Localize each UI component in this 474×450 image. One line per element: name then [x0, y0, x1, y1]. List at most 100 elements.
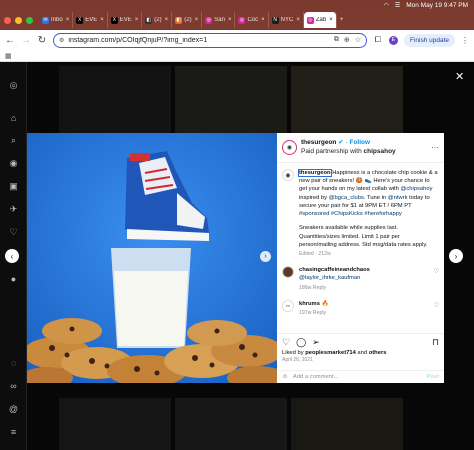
home-icon[interactable]: ⌂	[8, 112, 19, 123]
paid-partnership-line: Paid partnership with chipsahoy	[301, 147, 396, 155]
browser-tab[interactable]: ◎ Zab ×	[303, 12, 337, 28]
caption-avatar[interactable]: ◉	[282, 169, 294, 181]
commenter-username[interactable]: chasingcaffeineandchaos	[299, 267, 370, 273]
back-icon[interactable]: ←	[5, 35, 15, 46]
minimize-window-button[interactable]	[15, 16, 22, 24]
wifi-icon[interactable]: ◠	[384, 2, 389, 9]
close-modal-icon[interactable]: ✕	[455, 70, 464, 83]
caption-hashtags[interactable]: #sponsored #ChipsKicks #hereforhappy	[299, 211, 402, 217]
messages-icon[interactable]: ✈	[8, 204, 19, 215]
browser-tab[interactable]: ✉ Inbo ×	[39, 12, 74, 28]
post-comment-button[interactable]: Post	[426, 374, 439, 380]
comment-bubble-icon[interactable]: ◯	[296, 337, 306, 348]
tab-title: EVE	[119, 17, 132, 23]
author-avatar[interactable]: ◉	[282, 140, 297, 155]
close-window-button[interactable]	[4, 16, 11, 24]
site-info-icon[interactable]: ⚙	[59, 37, 64, 44]
browser-tab[interactable]: X EVE ×	[108, 12, 143, 28]
zoom-window-button[interactable]	[26, 16, 33, 24]
like-heart-icon[interactable]: ♡	[282, 337, 290, 348]
url-text[interactable]: instagram.com/p/COIqjfQnjuP/?img_index=1	[68, 37, 329, 44]
zoom-icon[interactable]: ⊕	[344, 36, 350, 44]
close-tab-icon[interactable]: ×	[228, 17, 232, 23]
menu-kebab-icon[interactable]: ⋮	[461, 36, 469, 45]
control-center-icon[interactable]: ☰	[395, 2, 400, 9]
close-tab-icon[interactable]: ×	[135, 17, 139, 23]
sneaker-cookie-photo	[27, 133, 277, 383]
tab-title: San	[214, 17, 225, 23]
notifications-heart-icon[interactable]: ♡	[8, 227, 19, 238]
close-tab-icon[interactable]: ×	[100, 17, 104, 23]
like-comment-heart-icon[interactable]: ♡	[434, 302, 439, 317]
browser-tab[interactable]: ◎ San ×	[202, 12, 236, 28]
profile-avatar[interactable]: E	[388, 35, 398, 45]
save-bookmark-icon[interactable]: ⊓	[432, 337, 439, 348]
more-options-icon[interactable]: ···	[431, 143, 439, 152]
comment-item: m khrums 🔥 197w Reply ♡	[282, 299, 439, 317]
next-image-arrow-icon[interactable]: ›	[260, 251, 271, 262]
bookmark-star-icon[interactable]: ☆	[355, 36, 361, 44]
browser-tab[interactable]: N NYC ×	[269, 12, 304, 28]
explore-icon[interactable]: ◉	[8, 158, 19, 169]
partner-link[interactable]: chipsahoy	[364, 148, 396, 155]
address-bar[interactable]: ⚙ instagram.com/p/COIqjfQnjuP/?img_index…	[53, 32, 367, 48]
close-tab-icon[interactable]: ×	[195, 17, 199, 23]
extensions-icon[interactable]: ⧠	[373, 35, 383, 45]
caption-disclaimer: Sneakers available while supplies last. …	[299, 225, 428, 248]
caption-username[interactable]: thesurgeon	[298, 169, 332, 177]
comment-meta[interactable]: 197w Reply	[299, 310, 429, 317]
tab-title: Coc	[247, 17, 259, 23]
search-icon[interactable]: ⌕	[8, 135, 19, 146]
window-controls	[4, 16, 33, 24]
comment-item: chasingcaffeineandchaos @taylor_ihrke_ka…	[282, 266, 439, 292]
tab-favicon-icon: ◎	[306, 16, 314, 24]
meta-icon[interactable]: ∞	[8, 380, 19, 391]
share-send-icon[interactable]: ➢	[312, 337, 320, 348]
instagram-logo-icon[interactable]: ◎	[8, 80, 19, 91]
follow-button[interactable]: Follow	[349, 139, 370, 146]
mention-ntwrk[interactable]: @ntwrk	[388, 195, 408, 201]
reels-icon[interactable]: ▣	[8, 181, 19, 192]
browser-tab[interactable]: ◧ (2) ×	[172, 12, 203, 28]
emoji-icon[interactable]: ☺	[282, 374, 288, 380]
prev-post-arrow-icon[interactable]: ‹	[5, 249, 19, 263]
reload-icon[interactable]: ↻	[37, 35, 47, 46]
browser-tab[interactable]: ◧ (2) ×	[142, 12, 173, 28]
new-tab-button[interactable]: +	[337, 12, 349, 28]
threads-icon[interactable]: ◌	[8, 357, 19, 368]
add-comment-input[interactable]: Add a comment...	[293, 374, 338, 380]
post-details-panel: ◉ thesurgeon ✔ · Follow Paid partnership…	[277, 133, 444, 383]
likes-others-link[interactable]: others	[369, 350, 387, 356]
comments-scroll-area[interactable]: ◉ thesurgeon Happiness is a chocolate ch…	[277, 163, 444, 333]
next-post-arrow-icon[interactable]: ›	[449, 249, 463, 263]
commenter-avatar[interactable]	[282, 266, 294, 279]
post-image[interactable]: ›	[27, 133, 277, 383]
profile-icon[interactable]: ●	[8, 273, 19, 284]
close-tab-icon[interactable]: ×	[261, 17, 265, 23]
threads-app-icon[interactable]: @	[8, 403, 19, 414]
close-tab-icon[interactable]: ×	[329, 17, 333, 23]
post-header: ◉ thesurgeon ✔ · Follow Paid partnership…	[277, 133, 444, 163]
finish-update-button[interactable]: Finish update	[403, 33, 455, 47]
like-comment-heart-icon[interactable]: ♡	[434, 268, 439, 292]
tab-favicon-icon: ◎	[238, 16, 246, 24]
mention-chipsahoy[interactable]: @chipsahoy	[401, 186, 433, 192]
commenter-avatar[interactable]: m	[282, 299, 294, 312]
browser-toolbar: ← → ↻ ⚙ instagram.com/p/COIqjfQnjuP/?img…	[0, 30, 474, 50]
menubar-datetime[interactable]: Mon May 19 9:47 PM	[406, 2, 468, 9]
liked-by-user[interactable]: peoplesmarket714	[305, 350, 356, 356]
author-username[interactable]: thesurgeon	[301, 139, 336, 146]
browser-tab[interactable]: ◎ Coc ×	[235, 12, 269, 28]
close-tab-icon[interactable]: ×	[296, 17, 300, 23]
close-tab-icon[interactable]: ×	[165, 17, 169, 23]
close-tab-icon[interactable]: ×	[66, 17, 70, 23]
forward-icon[interactable]: →	[21, 35, 31, 46]
commenter-username[interactable]: khrums	[299, 301, 320, 307]
browser-tab[interactable]: X EVE ×	[73, 12, 108, 28]
comment-mention[interactable]: @taylor_ihrke_kaufman	[299, 274, 429, 282]
more-menu-icon[interactable]: ≡	[8, 426, 19, 437]
install-icon[interactable]: ⧉	[334, 36, 339, 44]
comment-meta[interactable]: 186w Reply	[299, 285, 429, 292]
apps-grid-icon[interactable]: ▦	[5, 52, 12, 60]
mention-bgca[interactable]: @bgca_clubs	[329, 195, 364, 201]
